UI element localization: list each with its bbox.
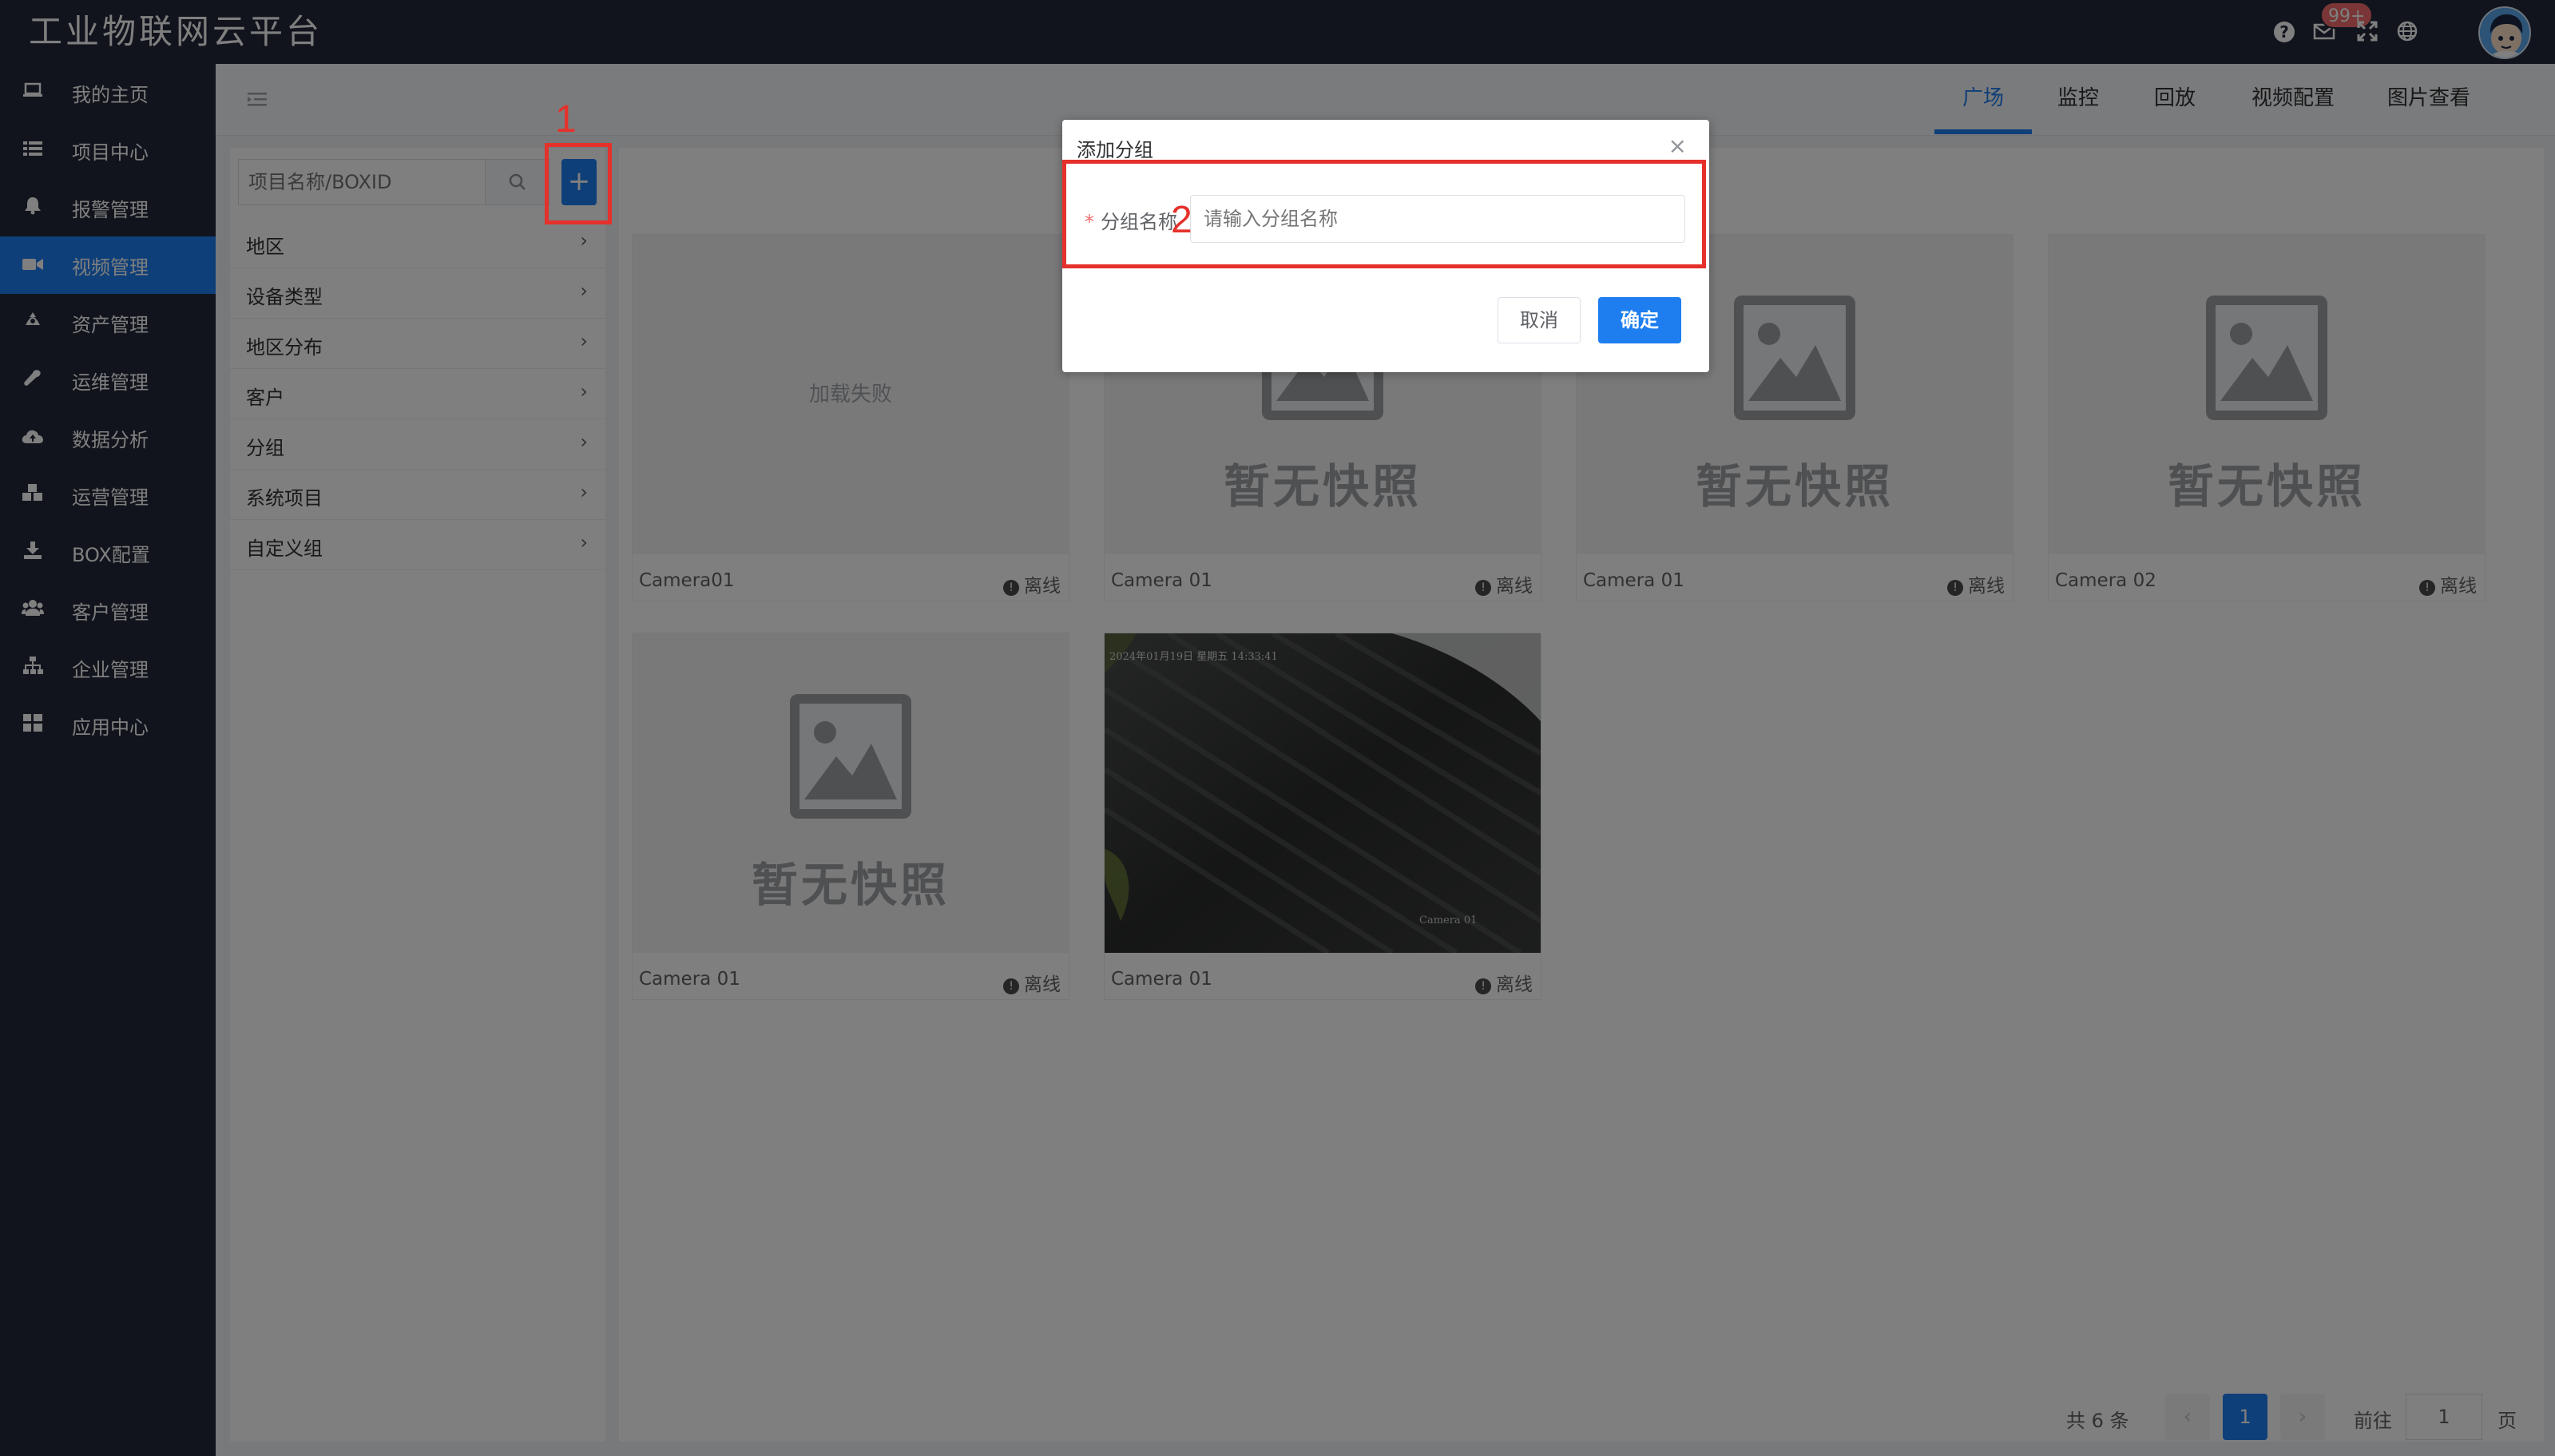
confirm-button[interactable]: 确定 [1598, 297, 1681, 343]
close-icon[interactable]: × [1668, 133, 1687, 159]
cancel-button[interactable]: 取消 [1498, 297, 1581, 343]
annotation-number-2: 2 [1171, 199, 1192, 241]
annotation-number-1: 1 [555, 98, 577, 141]
annotation-box-1 [545, 143, 612, 224]
dialog-title: 添加分组 [1077, 139, 1153, 161]
annotation-box-2 [1062, 160, 1706, 268]
